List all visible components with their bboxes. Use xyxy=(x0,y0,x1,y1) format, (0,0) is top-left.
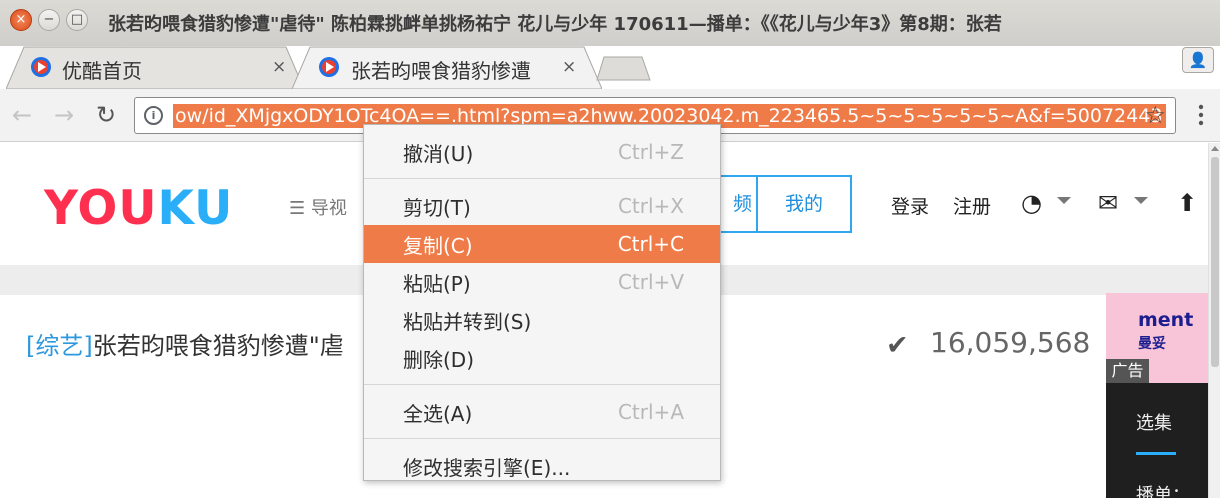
ad-subtext: 曼妥 xyxy=(1138,336,1166,352)
logo-you: YOU xyxy=(44,181,158,236)
youku-favicon-icon xyxy=(319,57,339,77)
youku-logo[interactable]: YOUKU xyxy=(44,181,233,236)
menu-item-label: 删除(D) xyxy=(403,347,475,372)
youku-favicon-icon xyxy=(31,57,51,77)
menu-item-label: 全选(A) xyxy=(403,401,473,426)
mail-icon[interactable]: ✉ xyxy=(1098,189,1118,217)
menu-separator xyxy=(364,178,720,179)
menu-item-label: 粘贴(P) xyxy=(403,271,471,296)
playlist-label: 播单： xyxy=(1136,485,1190,498)
login-link[interactable]: 登录 xyxy=(891,192,929,219)
history-icon[interactable]: ◔ xyxy=(1021,189,1042,217)
nav-guide-menu[interactable]: ☰ 导视 xyxy=(289,194,347,220)
tab-active-video[interactable]: 张若昀喂食猎豹惨遭 × xyxy=(292,45,602,89)
bookmark-star-icon[interactable]: ☆ xyxy=(1144,101,1166,129)
menu-item-label: 修改搜索引擎(E)... xyxy=(403,455,571,480)
forward-arrow-icon[interactable]: → xyxy=(54,101,74,129)
ad-text: ment xyxy=(1138,309,1194,331)
menu-item-label: 复制(C) xyxy=(403,233,473,258)
menu-dots-icon[interactable] xyxy=(1196,103,1206,127)
video-title-text: 张若昀喂食猎豹惨遭"虐 xyxy=(92,332,344,360)
history-caret-icon[interactable] xyxy=(1057,197,1071,204)
tab-title: 张若昀喂食猎豹惨遭 xyxy=(351,59,531,83)
video-title: [综艺]张若昀喂食猎豹惨遭"虐 xyxy=(26,326,344,361)
info-icon[interactable]: i xyxy=(144,106,163,125)
menu-item-select-all[interactable]: 全选(A) Ctrl+A xyxy=(364,393,720,431)
tab-close-icon[interactable]: × xyxy=(272,57,286,77)
page-scrollbar[interactable] xyxy=(1208,143,1220,498)
mail-caret-icon[interactable] xyxy=(1134,197,1148,204)
menu-item-cut[interactable]: 剪切(T) Ctrl+X xyxy=(364,187,720,225)
back-arrow-icon[interactable]: ← xyxy=(12,101,32,129)
menu-item-copy[interactable]: 复制(C) Ctrl+C xyxy=(364,225,720,263)
menu-item-shortcut: Ctrl+X xyxy=(617,194,684,218)
menu-item-delete[interactable]: 删除(D) xyxy=(364,339,720,377)
menu-item-paste[interactable]: 粘贴(P) Ctrl+V xyxy=(364,263,720,301)
menu-item-edit-search-engines[interactable]: 修改搜索引擎(E)... xyxy=(364,447,720,485)
views-check-icon: ✔ xyxy=(886,330,909,361)
tab-episodes[interactable]: 选集 xyxy=(1136,409,1172,435)
tab-title: 优酷首页 xyxy=(62,59,142,83)
tab-youku-home[interactable]: 优酷首页 × xyxy=(6,45,304,89)
category-tag[interactable]: [综艺] xyxy=(26,332,93,360)
register-link[interactable]: 注册 xyxy=(953,192,991,219)
new-tab-button[interactable] xyxy=(596,55,652,81)
episode-side-panel: 选集 播单： xyxy=(1106,383,1208,498)
window-close-button[interactable]: × xyxy=(10,9,32,31)
menu-item-shortcut: Ctrl+A xyxy=(617,400,684,424)
profile-icon[interactable]: 👤 xyxy=(1182,47,1214,73)
menu-item-label: 剪切(T) xyxy=(403,195,471,220)
menu-item-shortcut: Ctrl+Z xyxy=(617,140,684,164)
ad-label: 广告 xyxy=(1106,359,1149,383)
menu-item-label: 粘贴并转到(S) xyxy=(403,309,532,334)
menu-item-shortcut: Ctrl+C xyxy=(617,232,684,256)
logo-ku: KU xyxy=(157,181,234,236)
menu-item-label: 撤消(U) xyxy=(403,141,474,166)
view-count: 16,059,568 xyxy=(930,326,1091,359)
menu-item-shortcut: Ctrl+V xyxy=(617,270,684,294)
scroll-thumb[interactable] xyxy=(1211,157,1219,367)
context-menu: 撤消(U) Ctrl+Z 剪切(T) Ctrl+X 复制(C) Ctrl+C 粘贴(P) Ct… xyxy=(363,124,721,481)
upload-icon[interactable]: ⬆ xyxy=(1177,189,1197,217)
window-titlebar: × − □ 张若昀喂食猎豹惨遭"虐待" 陈柏霖挑衅单挑杨祐宁 花儿与少年 170… xyxy=(0,0,1220,46)
tab-close-icon[interactable]: × xyxy=(562,57,576,77)
menu-separator xyxy=(364,438,720,439)
window-minimize-button[interactable]: − xyxy=(38,9,60,31)
window-title: 张若昀喂食猎豹惨遭"虐待" 陈柏霖挑衅单挑杨祐宁 花儿与少年 170611—播单… xyxy=(108,14,1002,35)
menu-item-undo[interactable]: 撤消(U) Ctrl+Z xyxy=(364,133,720,171)
menu-item-paste-and-go[interactable]: 粘贴并转到(S) xyxy=(364,301,720,339)
scroll-up-arrow-icon[interactable] xyxy=(1211,146,1219,151)
reload-icon[interactable]: ↻ xyxy=(96,101,116,129)
menu-separator xyxy=(364,384,720,385)
browser-window: × − □ 张若昀喂食猎豹惨遭"虐待" 陈柏霖挑衅单挑杨祐宁 花儿与少年 170… xyxy=(0,0,1220,498)
active-tab-indicator xyxy=(1136,452,1176,455)
tab-mine[interactable]: 我的 xyxy=(756,175,852,233)
window-maximize-button[interactable]: □ xyxy=(66,9,88,31)
